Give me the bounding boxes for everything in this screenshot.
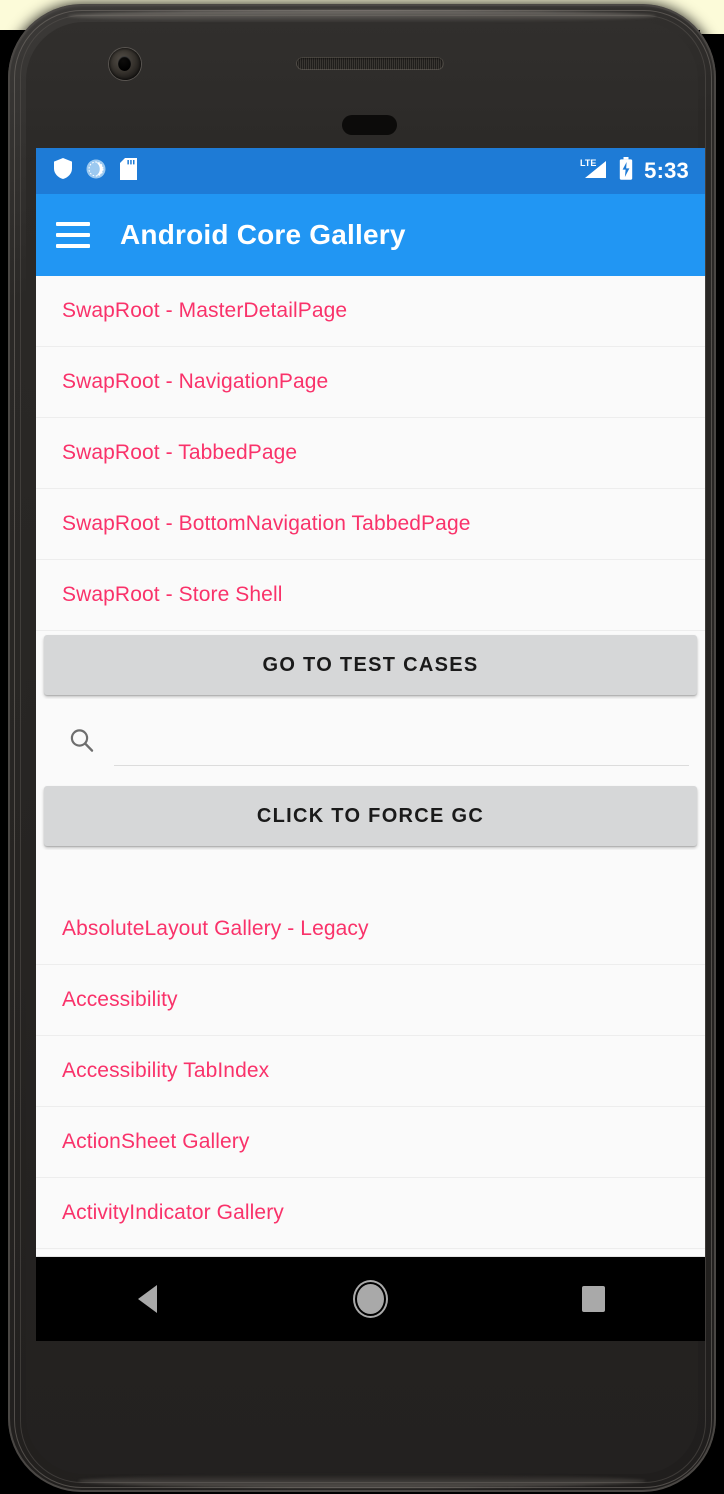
list-item-absolutelayout-gallery-legacy[interactable]: AbsoluteLayout Gallery - Legacy bbox=[36, 894, 705, 965]
hamburger-line-2 bbox=[56, 233, 90, 237]
svg-text:LTE: LTE bbox=[580, 158, 596, 168]
status-bar: LTE 5:33 bbox=[36, 148, 705, 194]
hamburger-menu-icon[interactable] bbox=[56, 222, 90, 248]
search-input[interactable] bbox=[114, 715, 689, 766]
lte-signal-icon: LTE bbox=[580, 157, 608, 185]
list-item-label: AbsoluteLayout Gallery - Legacy bbox=[62, 917, 369, 940]
phone-device-frame: LTE 5:33 Android Core Gallery SwapRoot -… bbox=[8, 4, 716, 1492]
list-item-actionsheet-gallery[interactable]: ActionSheet Gallery bbox=[36, 1107, 705, 1178]
list-item-label: SwapRoot - TabbedPage bbox=[62, 441, 298, 464]
list-item-swaproot-tabbedpage[interactable]: SwapRoot - TabbedPage bbox=[36, 418, 705, 489]
status-bar-left-icons bbox=[54, 157, 137, 185]
nav-back-button[interactable] bbox=[73, 1257, 223, 1341]
phone-screen: LTE 5:33 Android Core Gallery SwapRoot -… bbox=[36, 148, 705, 1341]
main-content: SwapRoot - MasterDetailPage SwapRoot - N… bbox=[36, 276, 705, 1341]
android-navigation-bar bbox=[36, 1256, 705, 1341]
earpiece-speaker-icon bbox=[296, 57, 444, 70]
list-item-accessibility-tabindex[interactable]: Accessibility TabIndex bbox=[36, 1036, 705, 1107]
click-to-force-gc-button[interactable]: CLICK TO FORCE GC bbox=[44, 786, 697, 846]
list-item-swaproot-store-shell[interactable]: SwapRoot - Store Shell bbox=[36, 560, 705, 631]
phone-top-highlight bbox=[68, 10, 656, 22]
go-to-test-cases-button[interactable]: GO TO TEST CASES bbox=[44, 635, 697, 695]
list-item-label: ActionSheet Gallery bbox=[62, 1130, 250, 1153]
list-item-swaproot-masterdetailpage[interactable]: SwapRoot - MasterDetailPage bbox=[36, 276, 705, 347]
battery-charging-icon bbox=[619, 157, 633, 185]
hamburger-line-1 bbox=[56, 222, 90, 226]
list-item-swaproot-bottomnavigation-tabbedpage[interactable]: SwapRoot - BottomNavigation TabbedPage bbox=[36, 489, 705, 560]
app-bar: Android Core Gallery bbox=[36, 194, 705, 276]
phone-bottom-highlight bbox=[78, 1474, 646, 1488]
hamburger-line-3 bbox=[56, 244, 90, 248]
recents-square-icon bbox=[582, 1286, 605, 1312]
list-item-label: SwapRoot - NavigationPage bbox=[62, 370, 329, 393]
list-item-swaproot-navigationpage[interactable]: SwapRoot - NavigationPage bbox=[36, 347, 705, 418]
sensor-slot bbox=[342, 115, 397, 135]
list-item-label: Accessibility TabIndex bbox=[62, 1059, 270, 1082]
search-icon bbox=[56, 726, 108, 756]
page-title: Android Core Gallery bbox=[120, 219, 406, 250]
list-item-label: SwapRoot - MasterDetailPage bbox=[62, 299, 348, 322]
list-item-label: SwapRoot - BottomNavigation TabbedPage bbox=[62, 512, 471, 535]
nav-home-button[interactable] bbox=[296, 1257, 446, 1341]
list-item-label: Accessibility bbox=[62, 988, 178, 1011]
nav-recents-button[interactable] bbox=[519, 1257, 669, 1341]
back-triangle-icon bbox=[138, 1285, 157, 1313]
medal-icon bbox=[86, 159, 106, 184]
list-item-accessibility[interactable]: Accessibility bbox=[36, 965, 705, 1036]
status-bar-clock: 5:33 bbox=[644, 157, 689, 183]
content-spacer bbox=[36, 850, 705, 894]
list-item-label: ActivityIndicator Gallery bbox=[62, 1201, 284, 1224]
list-item-activityindicator-gallery[interactable]: ActivityIndicator Gallery bbox=[36, 1178, 705, 1249]
search-bar bbox=[36, 699, 705, 782]
front-camera-icon bbox=[109, 48, 141, 80]
gc-button-container: CLICK TO FORCE GC bbox=[36, 782, 705, 850]
shield-icon bbox=[54, 158, 72, 184]
sd-card-icon bbox=[120, 157, 137, 185]
test-cases-button-container: GO TO TEST CASES bbox=[36, 631, 705, 699]
list-item-label: SwapRoot - Store Shell bbox=[62, 583, 283, 606]
status-bar-right-icons: LTE 5:33 bbox=[580, 157, 689, 185]
backdrop-cream-right bbox=[700, 0, 724, 34]
home-circle-icon bbox=[357, 1284, 384, 1314]
